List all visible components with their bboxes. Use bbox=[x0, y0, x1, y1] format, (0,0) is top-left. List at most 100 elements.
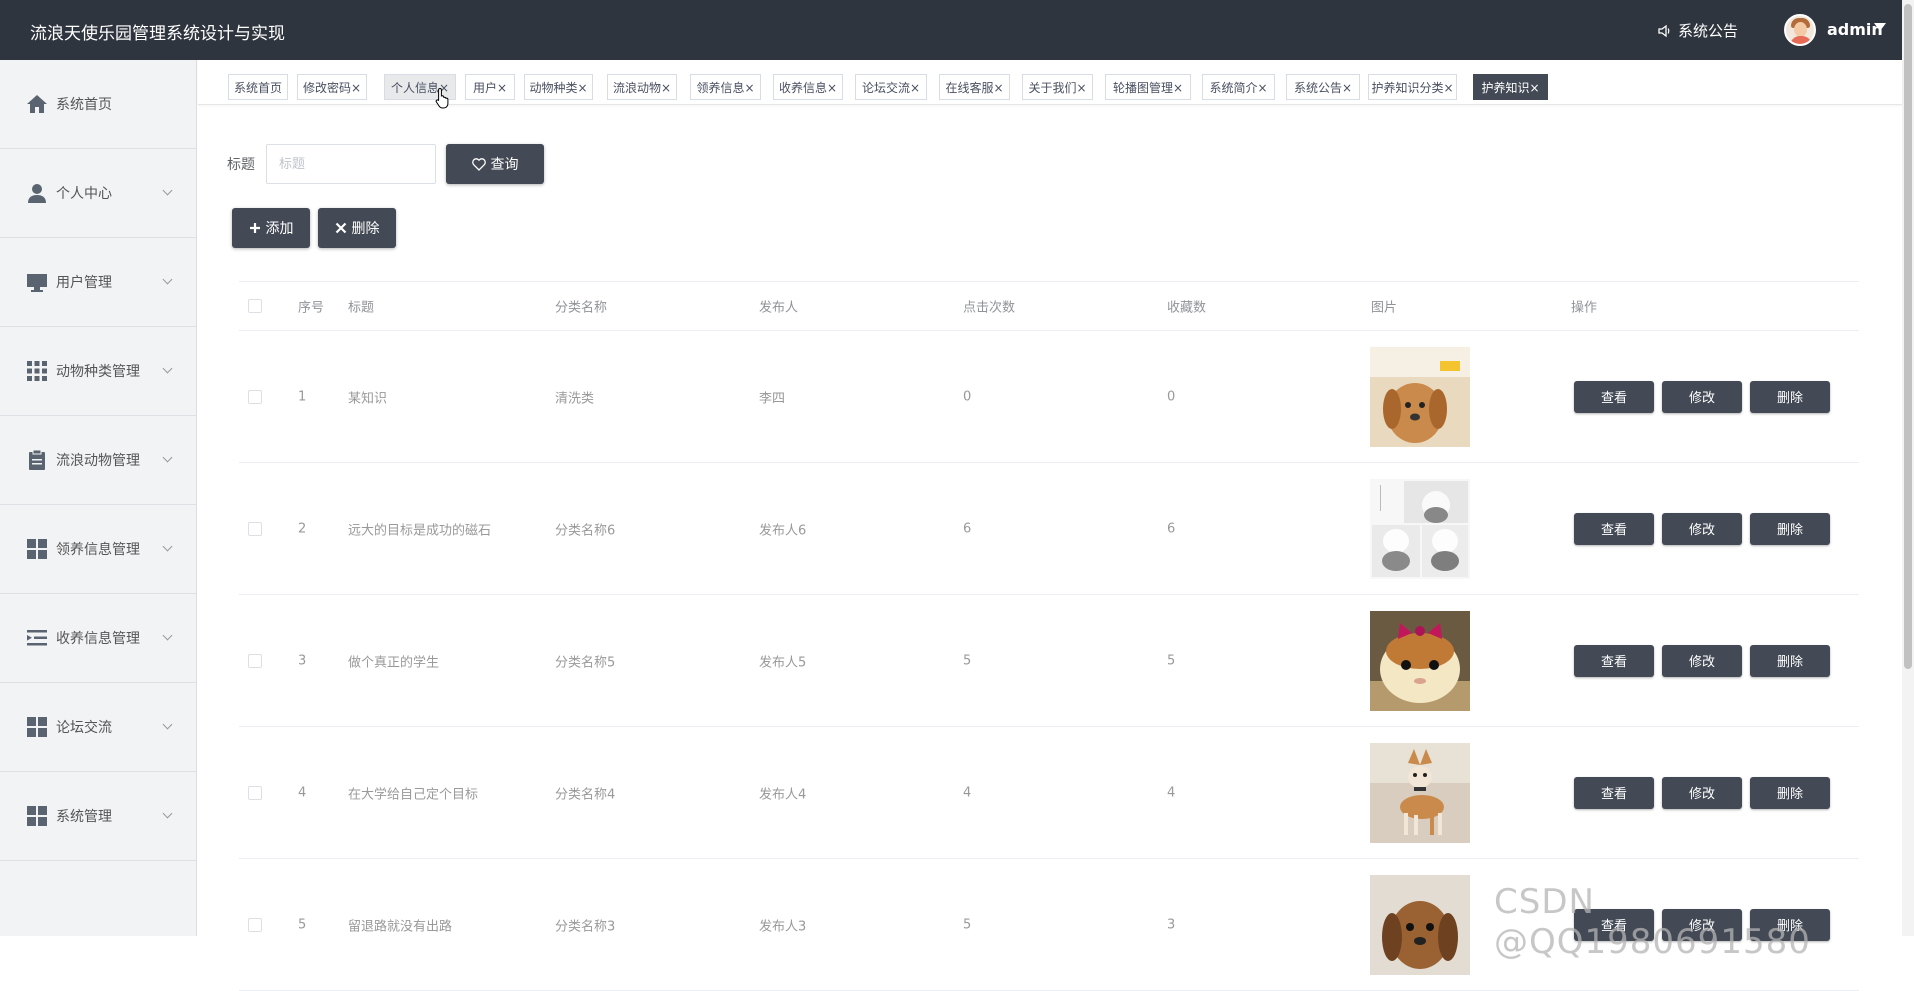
header-image: 图片 bbox=[1371, 300, 1398, 316]
tab-users[interactable]: 用户× bbox=[465, 74, 515, 100]
delete-button[interactable]: 删除 bbox=[1750, 776, 1830, 809]
sidebar-item-label: 领养信息管理 bbox=[56, 542, 140, 558]
system-notice-link[interactable]: 系统公告 bbox=[1658, 20, 1738, 41]
notice-label: 系统公告 bbox=[1678, 22, 1739, 40]
table-header: 序号 标题 分类名称 发布人 点击次数 收藏数 图片 操作 bbox=[239, 281, 1859, 331]
row-checkbox[interactable] bbox=[248, 917, 262, 932]
tab-home[interactable]: 系统首页 bbox=[228, 74, 288, 100]
tab-adoption-info[interactable]: 领养信息× bbox=[690, 74, 761, 100]
row-publisher: 发布人4 bbox=[759, 787, 807, 802]
tab-care-knowledge-category[interactable]: 护养知识分类× bbox=[1368, 74, 1457, 100]
table-row: 1 某知识 清洗类 李四 0 0 查看 修改 删除 bbox=[239, 331, 1859, 463]
query-button[interactable]: 查询 bbox=[446, 144, 544, 184]
row-image bbox=[1370, 742, 1470, 843]
user-icon bbox=[28, 184, 46, 203]
tab-online-service[interactable]: 在线客服× bbox=[939, 74, 1010, 100]
row-favorites: 6 bbox=[1167, 521, 1176, 536]
row-clicks: 4 bbox=[963, 785, 972, 800]
view-button[interactable]: 查看 bbox=[1574, 776, 1654, 809]
page-scrollbar[interactable] bbox=[1902, 0, 1914, 936]
header-actions: 操作 bbox=[1571, 300, 1598, 316]
tab-system-intro[interactable]: 系统简介× bbox=[1202, 74, 1275, 100]
tab-carousel-management[interactable]: 轮播图管理× bbox=[1105, 74, 1191, 100]
row-image bbox=[1370, 610, 1470, 711]
row-checkbox[interactable] bbox=[248, 521, 262, 536]
row-favorites: 0 bbox=[1167, 389, 1176, 404]
header-clicks: 点击次数 bbox=[963, 300, 1016, 316]
row-category: 清洗类 bbox=[555, 391, 595, 406]
sidebar-item-fostering-info[interactable]: 收养信息管理 bbox=[0, 594, 196, 683]
edit-button[interactable]: 修改 bbox=[1662, 644, 1742, 677]
tab-animal-types[interactable]: 动物种类× bbox=[524, 74, 593, 100]
query-button-label: 查询 bbox=[490, 157, 519, 173]
batch-delete-button[interactable]: 删除 bbox=[318, 208, 396, 248]
row-category: 分类名称3 bbox=[555, 919, 616, 934]
row-checkbox[interactable] bbox=[248, 389, 262, 404]
tab-fostering-info[interactable]: 收养信息× bbox=[773, 74, 843, 100]
speaker-icon bbox=[1658, 24, 1670, 37]
search-label: 标题 bbox=[227, 157, 255, 173]
chevron-down-icon bbox=[162, 541, 173, 552]
sidebar-item-home[interactable]: 系统首页 bbox=[0, 60, 196, 149]
sidebar-item-users[interactable]: 用户管理 bbox=[0, 238, 196, 327]
row-image bbox=[1370, 346, 1470, 447]
caret-down-icon[interactable] bbox=[1874, 23, 1886, 31]
sidebar-item-label: 论坛交流 bbox=[56, 720, 112, 736]
tab-care-knowledge[interactable]: 护养知识× bbox=[1473, 74, 1548, 100]
header-category: 分类名称 bbox=[555, 300, 608, 316]
view-button[interactable]: 查看 bbox=[1574, 512, 1654, 545]
tab-system-notice[interactable]: 系统公告× bbox=[1286, 74, 1360, 100]
row-index: 4 bbox=[298, 785, 307, 800]
sidebar-item-label: 系统管理 bbox=[56, 809, 112, 825]
header-index: 序号 bbox=[298, 300, 325, 316]
delete-button[interactable]: 删除 bbox=[1750, 512, 1830, 545]
row-clicks: 5 bbox=[963, 653, 972, 668]
avatar[interactable] bbox=[1784, 14, 1816, 46]
row-clicks: 6 bbox=[963, 521, 972, 536]
edit-button[interactable]: 修改 bbox=[1662, 776, 1742, 809]
table-row: 2 远大的目标是成功的磁石 分类名称6 发布人6 6 6 查看 修改 删除 bbox=[239, 463, 1859, 595]
view-button[interactable]: 查看 bbox=[1574, 380, 1654, 413]
sidebar-item-animal-types[interactable]: 动物种类管理 bbox=[0, 327, 196, 416]
select-all-checkbox[interactable] bbox=[248, 299, 262, 313]
sidebar-item-adoption-info[interactable]: 领养信息管理 bbox=[0, 505, 196, 594]
row-checkbox[interactable] bbox=[248, 653, 262, 668]
row-index: 3 bbox=[298, 653, 307, 668]
sidebar-item-label: 流浪动物管理 bbox=[56, 453, 140, 469]
row-clicks: 5 bbox=[963, 917, 972, 932]
tab-stray-animals[interactable]: 流浪动物× bbox=[607, 74, 677, 100]
delete-button-label: 删除 bbox=[351, 221, 380, 237]
row-title: 远大的目标是成功的磁石 bbox=[348, 523, 492, 538]
sidebar-item-personal-center[interactable]: 个人中心 bbox=[0, 149, 196, 238]
sidebar-item-stray-animals[interactable]: 流浪动物管理 bbox=[0, 416, 196, 505]
chevron-down-icon bbox=[162, 274, 173, 285]
sidebar-item-forum[interactable]: 论坛交流 bbox=[0, 683, 196, 772]
edit-button[interactable]: 修改 bbox=[1662, 512, 1742, 545]
add-button[interactable]: 添加 bbox=[232, 208, 310, 248]
edit-button[interactable]: 修改 bbox=[1662, 380, 1742, 413]
tab-forum[interactable]: 论坛交流× bbox=[855, 74, 927, 100]
tab-about-us[interactable]: 关于我们× bbox=[1022, 74, 1093, 100]
row-title: 做个真正的学生 bbox=[348, 655, 440, 670]
title-search-input[interactable] bbox=[266, 144, 436, 184]
row-checkbox[interactable] bbox=[248, 785, 262, 800]
app-title: 流浪天使乐园管理系统设计与实现 bbox=[30, 24, 285, 44]
tab-change-password[interactable]: 修改密码× bbox=[297, 74, 367, 100]
sidebar-item-label: 个人中心 bbox=[56, 186, 112, 202]
monitor-icon bbox=[27, 274, 47, 292]
row-publisher: 李四 bbox=[759, 391, 786, 406]
view-button[interactable]: 查看 bbox=[1574, 644, 1654, 677]
row-favorites: 4 bbox=[1167, 785, 1176, 800]
row-index: 2 bbox=[298, 521, 307, 536]
table-row: 3 做个真正的学生 分类名称5 发布人5 5 5 查看 修改 删除 bbox=[239, 595, 1859, 727]
sidebar-item-label: 用户管理 bbox=[56, 275, 112, 291]
sidebar-item-label: 系统首页 bbox=[56, 97, 112, 113]
header-favorites: 收藏数 bbox=[1167, 300, 1207, 316]
scrollbar-thumb[interactable] bbox=[1904, 4, 1912, 669]
watermark: CSDN @QQ1980691580 bbox=[1494, 882, 1811, 962]
sidebar-item-system-management[interactable]: 系统管理 bbox=[0, 772, 196, 861]
delete-button[interactable]: 删除 bbox=[1750, 644, 1830, 677]
row-category: 分类名称5 bbox=[555, 655, 616, 670]
row-index: 5 bbox=[298, 917, 307, 932]
delete-button[interactable]: 删除 bbox=[1750, 380, 1830, 413]
